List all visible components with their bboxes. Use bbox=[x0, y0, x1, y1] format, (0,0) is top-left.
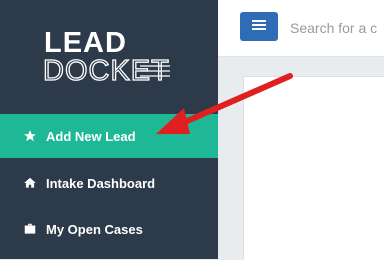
app-logo[interactable]: LEAD DOCKET bbox=[0, 22, 218, 88]
sidebar: LEAD DOCKET Add New Lead Intake Dashboar… bbox=[0, 0, 218, 259]
menu-toggle-button[interactable] bbox=[240, 12, 278, 41]
sidebar-item-my-open-cases[interactable]: My Open Cases bbox=[0, 207, 218, 251]
sidebar-item-add-new-lead[interactable]: Add New Lead bbox=[0, 114, 218, 158]
sidebar-item-label: Intake Dashboard bbox=[46, 175, 156, 191]
top-header bbox=[218, 0, 384, 57]
search-input[interactable] bbox=[290, 16, 384, 40]
sidebar-item-label: My Open Cases bbox=[46, 221, 143, 237]
sidebar-item-intake-dashboard[interactable]: Intake Dashboard bbox=[0, 161, 218, 205]
main-content-panel bbox=[243, 76, 384, 260]
hamburger-icon bbox=[252, 19, 266, 34]
sidebar-item-label: Add New Lead bbox=[46, 128, 136, 144]
home-icon bbox=[22, 175, 38, 191]
star-icon bbox=[22, 128, 38, 144]
briefcase-icon bbox=[22, 221, 38, 237]
